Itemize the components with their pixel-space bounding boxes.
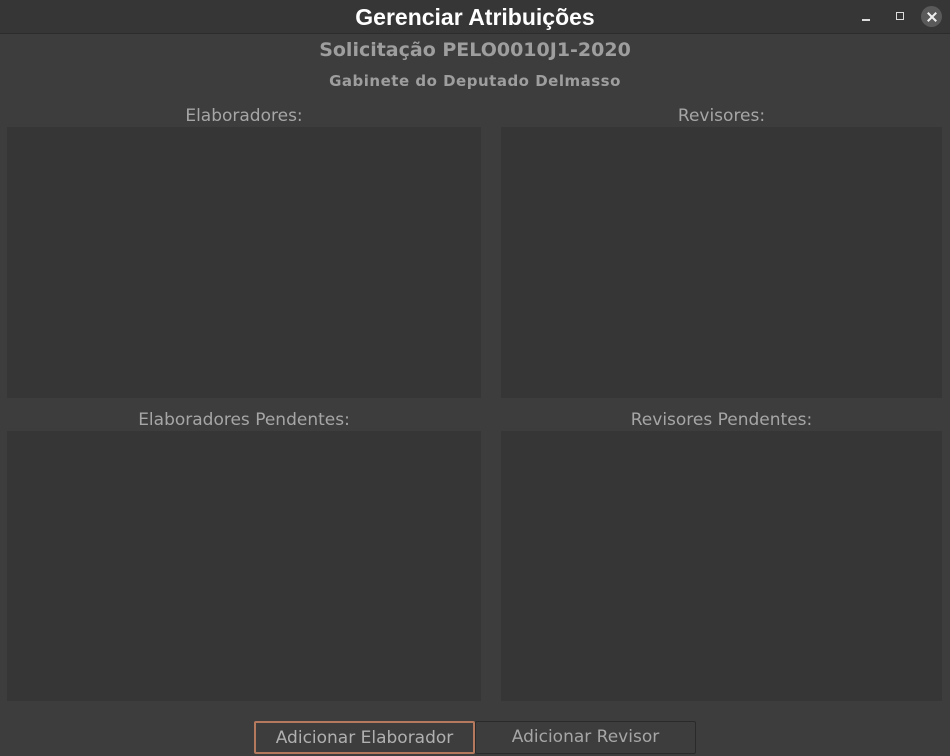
revisores-pendentes-label: Revisores Pendentes:: [630, 410, 813, 430]
close-icon: [927, 12, 937, 22]
office-name: Gabinete do Deputado Delmasso: [329, 72, 621, 90]
revisores-label: Revisores:: [677, 106, 766, 126]
add-revisor-button[interactable]: Adicionar Revisor: [475, 721, 696, 754]
minimize-icon: [862, 19, 870, 21]
maximize-icon: [896, 12, 904, 20]
elaboradores-label: Elaboradores:: [185, 106, 303, 126]
title-bar[interactable]: Gerenciar Atribuições: [0, 0, 950, 34]
revisores-list[interactable]: [501, 127, 942, 398]
minimize-button[interactable]: [856, 6, 876, 26]
window-title: Gerenciar Atribuições: [355, 4, 595, 30]
maximize-button[interactable]: [890, 6, 910, 26]
revisores-pendentes-list[interactable]: [501, 431, 942, 701]
close-button[interactable]: [921, 6, 942, 27]
elaboradores-list[interactable]: [7, 127, 481, 398]
manage-assignments-window: Gerenciar Atribuições Solicitação PELO00…: [0, 0, 950, 756]
elaboradores-pendentes-label: Elaboradores Pendentes:: [138, 410, 350, 430]
request-id-heading: Solicitação PELO0010J1-2020: [319, 39, 631, 61]
add-elaborador-button[interactable]: Adicionar Elaborador: [254, 721, 475, 754]
elaboradores-pendentes-list[interactable]: [7, 431, 481, 701]
